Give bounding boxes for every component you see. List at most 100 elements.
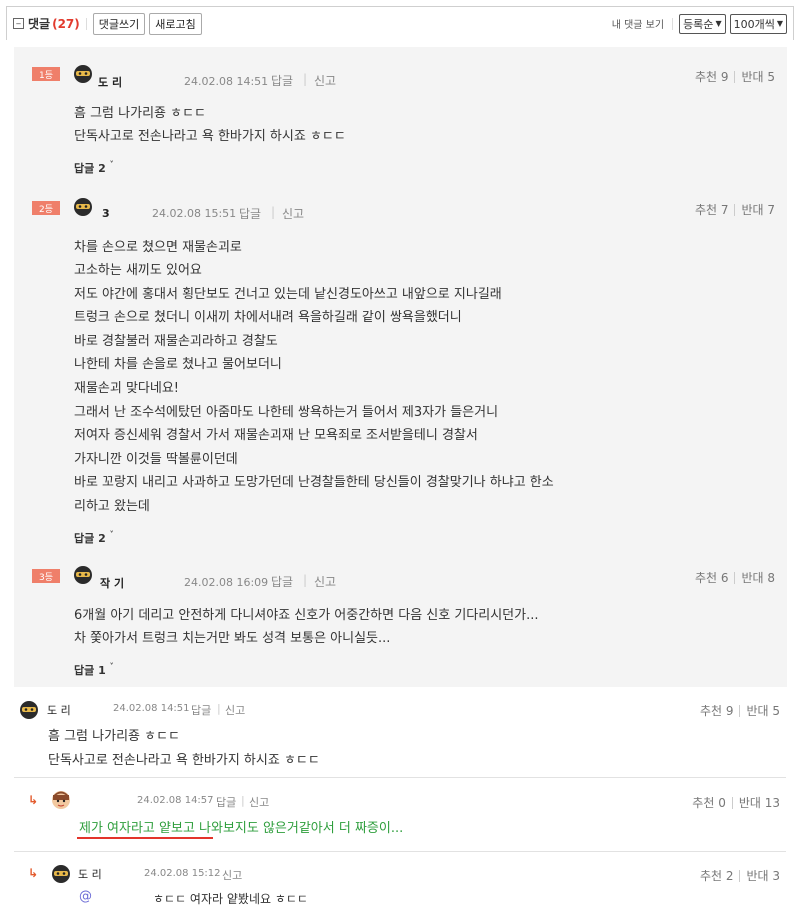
avatar [74,566,92,584]
avatar [74,198,92,216]
divider: | [241,794,245,807]
comment-text: 저도 야간에 홍대서 횡단보도 건너고 있는데 낱신경도아쓰고 내앞으로 지나길… [74,287,502,302]
nickname[interactable]: 도 리 [98,74,122,90]
vote-area: 추천 6 반대 8 [695,569,775,586]
reply-link[interactable]: 답글 [239,205,261,222]
report-link[interactable]: 신고 [249,794,269,810]
vote-area: 추천 7 반대 7 [695,201,775,218]
comment-text: 그래서 난 조수석에탔던 아줌마도 나한테 쌍욕하는거 들어서 제3자가 들은거… [74,405,499,420]
sort-select[interactable]: 등록순 ▼ [679,13,726,34]
comment-text: 흠 그럼 나가리죵 ㅎㄷㄷ [74,106,206,121]
comment-text: 바로 꼬랑지 내리고 사과하고 도망가던데 난경찰들한테 당신들이 경찰맞기나 … [74,475,554,490]
vote-area: 추천 2 반대 3 [700,867,780,884]
comment-text: 단독사고로 전손나라고 욕 한바가지 하시죠 ㅎㄷㄷ [48,753,320,768]
upvote-button[interactable]: 추천 9 [695,68,729,85]
comment-text: 흠 그럼 나가리죵 ㅎㄷㄷ [48,729,180,744]
chevron-down-icon: ˅ [109,530,114,539]
report-link[interactable]: 신고 [282,205,304,222]
comment-text: 트렁크 손으로 쳤더니 이새끼 차에서내려 욕을하길래 같이 쌍욕을했더니 [74,310,462,325]
chevron-down-icon: ▼ [776,19,783,28]
downvote-button[interactable]: 반대 7 [741,201,775,218]
upvote-button[interactable]: 추천 6 [695,569,729,586]
rank-badge: 1등 [32,67,60,81]
comment-text: 리하고 왔는데 [74,499,150,514]
report-link[interactable]: 신고 [314,72,336,89]
comment-text: 차 쫓아가서 트렁크 치는거만 봐도 성격 보통은 아니실듯... [74,631,391,646]
divider [672,17,674,30]
divider [14,851,786,852]
write-comment-button[interactable]: 댓글쓰기 [92,12,146,35]
comment-text: 저여자 증신세워 경찰서 가서 재물손괴재 난 모욕죄로 조서받을테니 경찰서 [74,428,478,443]
divider: | [303,72,308,86]
downvote-button[interactable]: 반대 3 [746,867,780,884]
upvote-button[interactable]: 추천 9 [700,702,734,719]
reply-arrow-icon: ↳ [28,866,39,880]
highlight-underline [77,837,213,839]
avatar [52,865,70,883]
report-link[interactable]: 신고 [222,867,242,883]
chevron-down-icon: ˅ [109,662,114,671]
comments-title: 댓글 [28,17,51,31]
divider: | [217,702,221,715]
comment-text: 차를 손으로 쳤으면 재물손괴로 [74,240,242,255]
divider [14,777,786,778]
downvote-button[interactable]: 반대 5 [741,68,775,85]
reply-link[interactable]: 답글 [271,573,293,590]
avatar [20,701,38,719]
avatar [52,791,70,809]
reply-arrow-icon: ↳ [28,793,39,807]
comments-toolbar: − 댓글 (27) 댓글쓰기 새로고침 내 댓글 보기 등록순 ▼ 100개씩 ▼ [6,6,794,40]
divider [85,17,87,30]
upvote-button[interactable]: 추천 7 [695,201,729,218]
timestamp: 24.02.08 16:09 [184,576,269,589]
comment-text: 재물손괴 맞다네요! [74,381,180,396]
report-link[interactable]: 신고 [225,702,245,718]
report-link[interactable]: 신고 [314,573,336,590]
comment-text: 제가 여자라고 얕보고 나와보지도 않은거같아서 더 짜증이... [79,821,404,836]
nickname[interactable]: 도 리 [78,866,102,882]
replies-toggle[interactable]: 답글 2 ˅ [74,530,114,546]
vote-area: 추천 9 반대 5 [695,68,775,85]
comment-text: 바로 경찰불러 재물손괴라하고 경찰도 [74,334,278,349]
reply-link[interactable]: 답글 [191,702,211,718]
comment-text: ㅎㄷㄷ 여자라 얕봤네요 ㅎㄷㄷ [153,892,308,906]
reply-link[interactable]: 답글 [216,794,236,810]
best-comments: 1등 도 리 24.02.08 14:51 답글 | 신고 추천 9 반대 5 흠… [14,47,787,687]
comment-count: (27) [52,16,80,31]
nickname[interactable]: 작 기 [100,575,124,591]
comment-text: 6개월 아기 데리고 안전하게 다니셔야죠 신호가 어중간하면 다음 신호 기다… [74,608,539,623]
timestamp: 24.02.08 15:51 [152,207,237,220]
page-size-select[interactable]: 100개씩 ▼ [729,13,787,34]
comment-text: 가자니깐 이것들 딱볼륜이던데 [74,452,238,467]
nickname[interactable]: 도 리 [47,702,71,718]
downvote-button[interactable]: 반대 5 [746,702,780,719]
vote-area: 추천 0 반대 13 [692,794,780,811]
downvote-button[interactable]: 반대 8 [741,569,775,586]
timestamp: 24.02.08 14:51 [113,703,190,714]
mention-icon[interactable]: @ [79,889,92,904]
upvote-button[interactable]: 추천 0 [692,794,726,811]
timestamp: 24.02.08 14:51 [184,75,269,88]
chevron-down-icon: ˅ [109,160,114,169]
my-comments-link[interactable]: 내 댓글 보기 [612,16,664,31]
comment-text: 단독사고로 전손나라고 욕 한바가지 하시죠 ㅎㄷㄷ [74,129,346,144]
upvote-button[interactable]: 추천 2 [700,867,734,884]
reply-link[interactable]: 답글 [271,72,293,89]
chevron-down-icon: ▼ [715,19,722,28]
comment-text: 고소하는 새끼도 있어요 [74,263,202,278]
comment-text: 나한테 차를 손을로 쳤나고 물어보더니 [74,357,282,372]
rank-badge: 3등 [32,569,60,583]
timestamp: 24.02.08 15:12 [144,868,221,879]
divider: | [303,573,308,587]
vote-area: 추천 9 반대 5 [700,702,780,719]
replies-toggle[interactable]: 답글 2 ˅ [74,160,114,176]
refresh-button[interactable]: 새로고침 [149,12,202,35]
timestamp: 24.02.08 14:57 [137,795,214,806]
minus-square-icon[interactable]: − [13,18,24,29]
replies-toggle[interactable]: 답글 1 ˅ [74,662,114,678]
rank-badge: 2등 [32,201,60,215]
downvote-button[interactable]: 반대 13 [739,794,780,811]
avatar [74,65,92,83]
divider: | [271,205,276,219]
nickname[interactable]: 3 [102,207,110,220]
